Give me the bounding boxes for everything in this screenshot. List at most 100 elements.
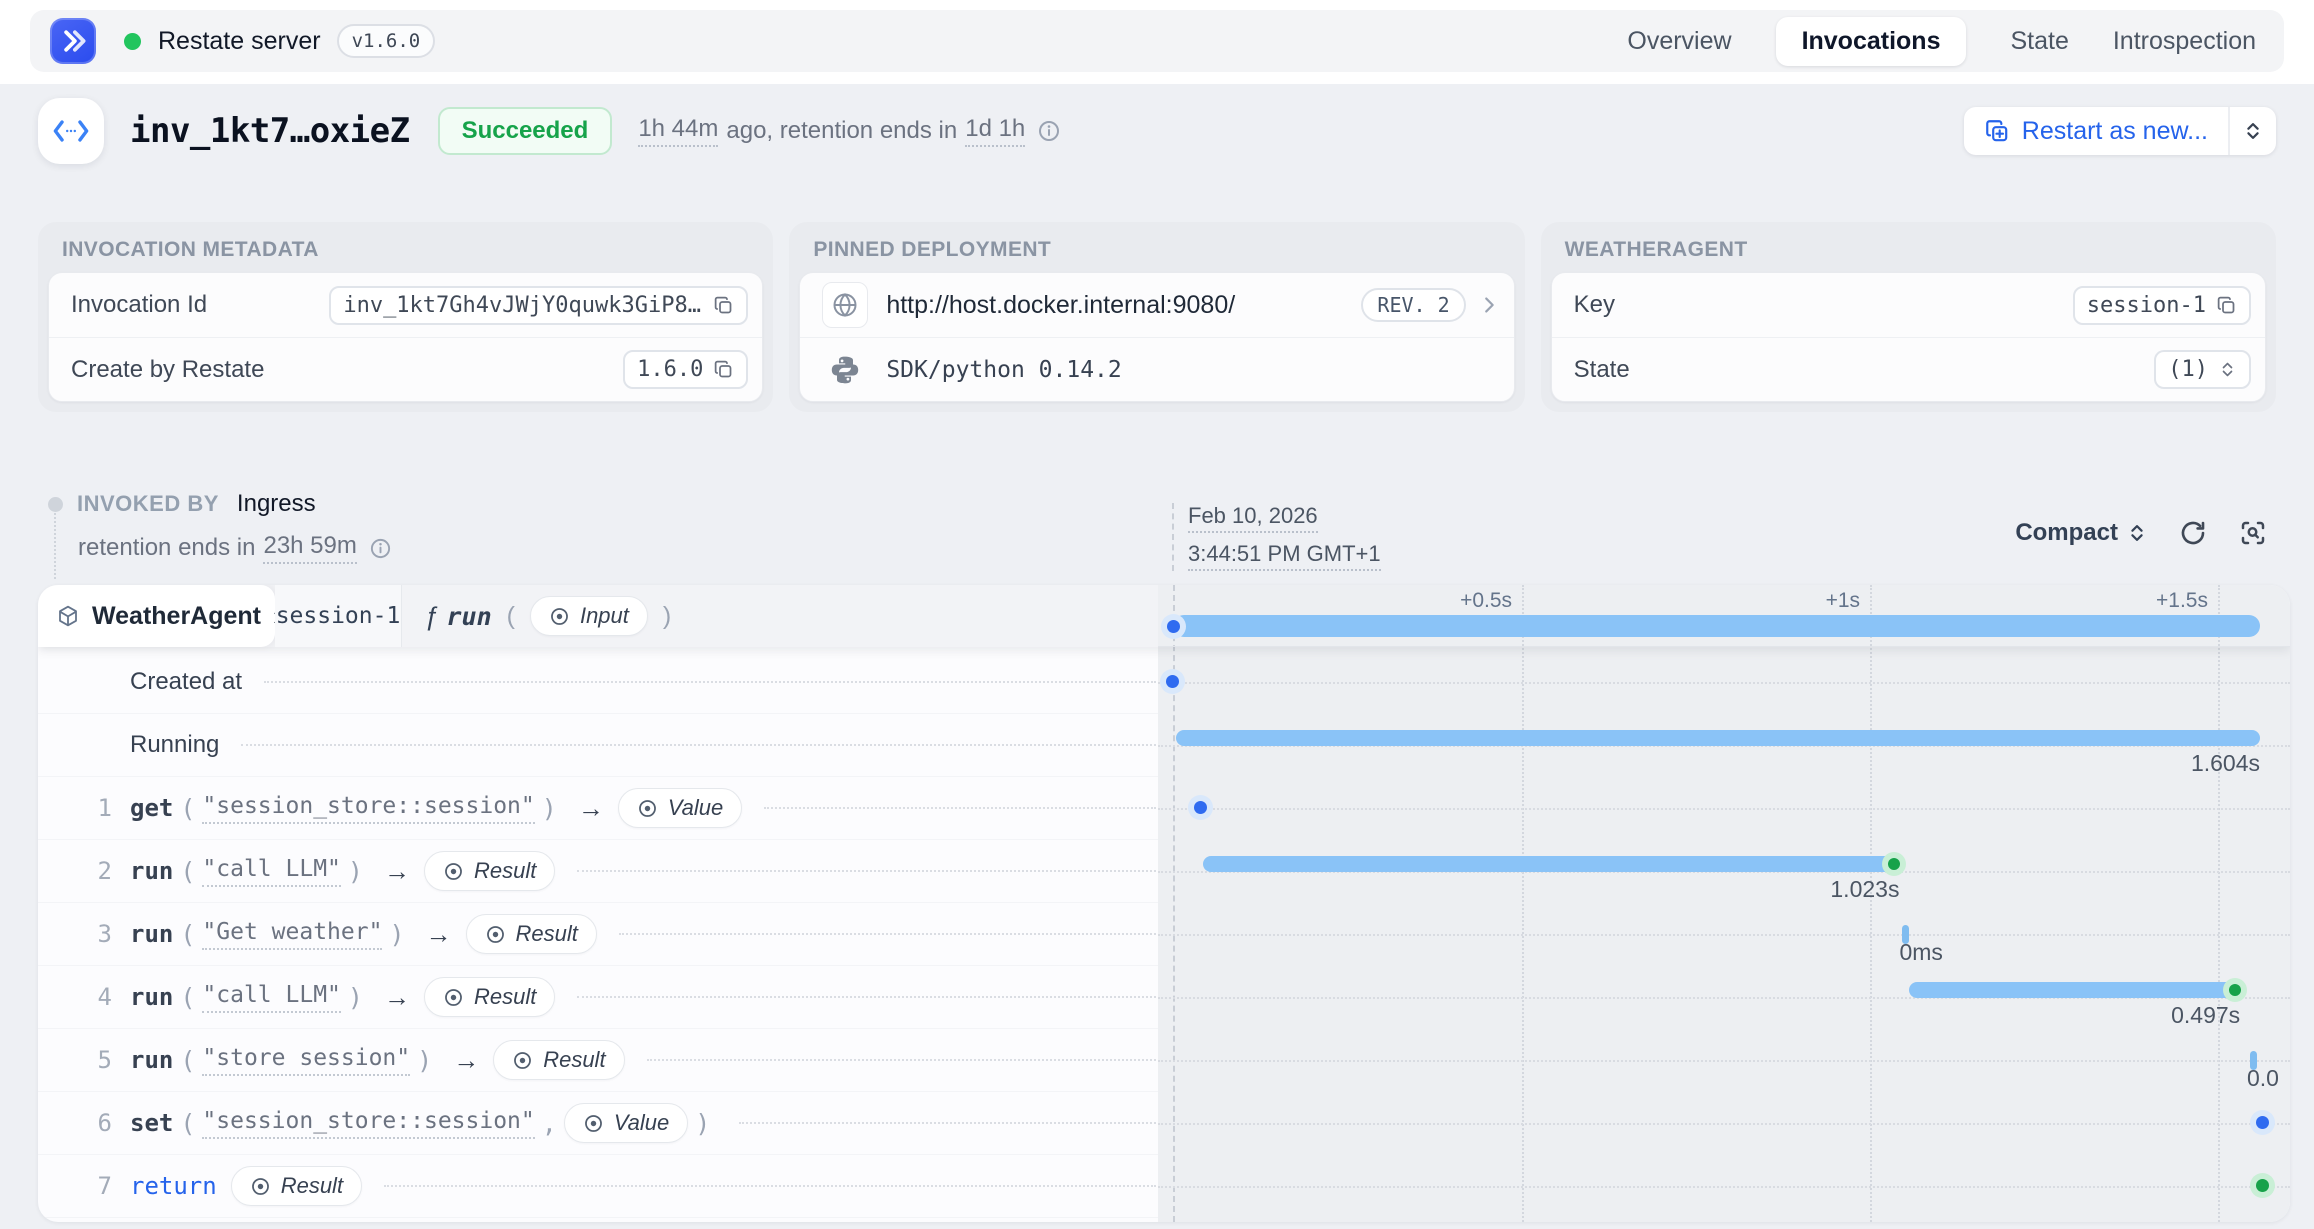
row-guide-line	[1158, 1186, 2290, 1188]
timeline-row	[1158, 651, 2290, 714]
timeline-bar[interactable]	[1176, 730, 2260, 746]
result-badge[interactable]: Result	[424, 977, 555, 1017]
badge-label: Result	[543, 1047, 605, 1073]
card-pinned-deployment: PINNED DEPLOYMENT http://host.docker.int…	[789, 222, 1524, 412]
badge-label: Result	[516, 921, 578, 947]
zoom-to-fit-icon[interactable]	[2238, 518, 2268, 548]
restate-logo-icon	[50, 18, 96, 64]
result-badge[interactable]: Result	[466, 914, 597, 954]
timeline-row: 1.023s	[1158, 840, 2290, 903]
journal-row: 4run("call LLM")→Result	[38, 966, 1158, 1029]
copy-icon[interactable]	[2216, 295, 2237, 316]
value-badge[interactable]: Value	[618, 788, 742, 828]
journal-arg[interactable]: "Get weather"	[202, 919, 382, 950]
state-value: (1)	[2168, 357, 2208, 382]
row-guide-line	[1158, 1060, 2290, 1062]
retention-value[interactable]: 1d 1h	[965, 115, 1025, 147]
card-invocation-metadata: INVOCATION METADATA Invocation Id inv_1k…	[38, 222, 773, 412]
chevron-updown-icon	[2242, 120, 2264, 142]
leader-line	[384, 1185, 1156, 1187]
restate-version-value: 1.6.0	[637, 357, 703, 382]
paren: )	[348, 857, 363, 886]
row-guide-line	[1158, 808, 2290, 810]
invocation-total-bar[interactable]	[1173, 615, 2260, 637]
invoked-by-value: Ingress	[237, 490, 316, 518]
invocation-id-value: inv_1kt7Gh4vJWjY0quwk3GiP8avDGVNFo…	[343, 293, 703, 318]
tab-introspection[interactable]: Introspection	[2113, 27, 2256, 56]
invocation-id: inv_1kt7…oxieZ	[130, 111, 410, 151]
info-icon[interactable]	[1037, 119, 1061, 143]
timeline-bar[interactable]	[1203, 856, 1899, 872]
input-badge[interactable]: Input	[530, 596, 648, 636]
handler-call: ƒ run ( Input )	[402, 585, 1158, 647]
metadata-cards: INVOCATION METADATA Invocation Id inv_1k…	[38, 222, 2276, 412]
paren: (	[180, 983, 195, 1012]
paren: )	[417, 1046, 432, 1075]
event-dot[interactable]	[2256, 1116, 2269, 1129]
journal-arg[interactable]: "session_store::session"	[202, 1108, 534, 1139]
tab-overview[interactable]: Overview	[1627, 27, 1731, 56]
state-select[interactable]: (1)	[2154, 350, 2251, 389]
journal-arg[interactable]: "call LLM"	[202, 856, 340, 887]
copy-icon[interactable]	[713, 295, 734, 316]
duration-label: 0ms	[1899, 939, 1942, 966]
leader-line	[764, 807, 1156, 809]
arrow-icon: →	[426, 919, 452, 950]
event-dot[interactable]	[1194, 801, 1207, 814]
key-row: Key session-1	[1552, 273, 2265, 337]
age-value[interactable]: 1h 44m	[638, 115, 718, 147]
result-badge[interactable]: Result	[231, 1166, 362, 1206]
timeline-time[interactable]: 3:44:51 PM GMT+1	[1188, 541, 1381, 571]
invoked-by-label: INVOKED BY	[77, 491, 219, 517]
function-icon: ƒ	[424, 601, 438, 632]
chevron-updown-icon	[2218, 360, 2237, 379]
compact-label: Compact	[2015, 519, 2118, 547]
tab-state[interactable]: State	[2010, 27, 2068, 56]
compact-select[interactable]: Compact	[2015, 519, 2148, 547]
event-dot[interactable]	[1166, 675, 1179, 688]
invocation-header: inv_1kt7…oxieZ Succeeded 1h 44m ago, ret…	[38, 96, 2276, 166]
copy-icon[interactable]	[713, 359, 734, 380]
lifecycle-label: Running	[130, 731, 219, 759]
journal-row: 7returnResult	[38, 1155, 1158, 1218]
paren: )	[695, 1109, 710, 1138]
view-icon	[485, 924, 506, 945]
key-value: session-1	[2087, 293, 2206, 318]
view-icon	[250, 1176, 271, 1197]
restart-options-toggle[interactable]	[2230, 107, 2276, 155]
service-pill[interactable]: WeatherAgent ›	[38, 585, 275, 647]
restart-as-new-button[interactable]: Restart as new...	[1964, 107, 2228, 155]
journal-arg[interactable]: "store session"	[202, 1045, 410, 1076]
card-title: INVOCATION METADATA	[38, 222, 773, 272]
timeline-bar[interactable]	[1909, 982, 2241, 998]
completion-dot[interactable]	[2256, 1179, 2269, 1192]
value-badge[interactable]: Value	[564, 1103, 688, 1143]
python-icon	[822, 354, 868, 386]
refresh-button[interactable]	[2178, 518, 2208, 548]
duration-label: 1.604s	[2191, 750, 2260, 777]
tab-invocations[interactable]: Invocations	[1776, 17, 1967, 66]
timeline-header: +0.5s+1s+1.5s	[1158, 585, 2290, 647]
result-badge[interactable]: Result	[424, 851, 555, 891]
sdk-row: SDK/python 0.14.2	[800, 337, 1513, 401]
invocation-link-line	[54, 513, 56, 579]
restate-version-pill: 1.6.0	[623, 350, 748, 389]
retention-prefix: retention ends in	[78, 534, 255, 562]
journal-entry-number: 4	[84, 983, 112, 1011]
key-value-pill: session-1	[2073, 286, 2251, 325]
journal-row: 2run("call LLM")→Result	[38, 840, 1158, 903]
info-icon[interactable]	[369, 537, 392, 560]
invocation-id-value-pill: inv_1kt7Gh4vJWjY0quwk3GiP8avDGVNFo…	[329, 286, 748, 325]
paren: (	[180, 1046, 195, 1075]
result-badge[interactable]: Result	[493, 1040, 624, 1080]
deployment-endpoint-row[interactable]: http://host.docker.internal:9080/ REV. 2	[800, 273, 1513, 337]
retention-countdown[interactable]: 23h 59m	[263, 532, 356, 564]
paren: )	[348, 983, 363, 1012]
service-key[interactable]: session-1	[275, 585, 402, 647]
journal-arg[interactable]: "session_store::session"	[202, 793, 534, 824]
timeline-date[interactable]: Feb 10, 2026	[1188, 503, 1318, 533]
row-label: Key	[1574, 291, 1615, 319]
journal-arg[interactable]: "call LLM"	[202, 982, 340, 1013]
axis-tick-label: +0.5s	[1460, 589, 1512, 613]
journal-entry-number: 1	[84, 794, 112, 822]
